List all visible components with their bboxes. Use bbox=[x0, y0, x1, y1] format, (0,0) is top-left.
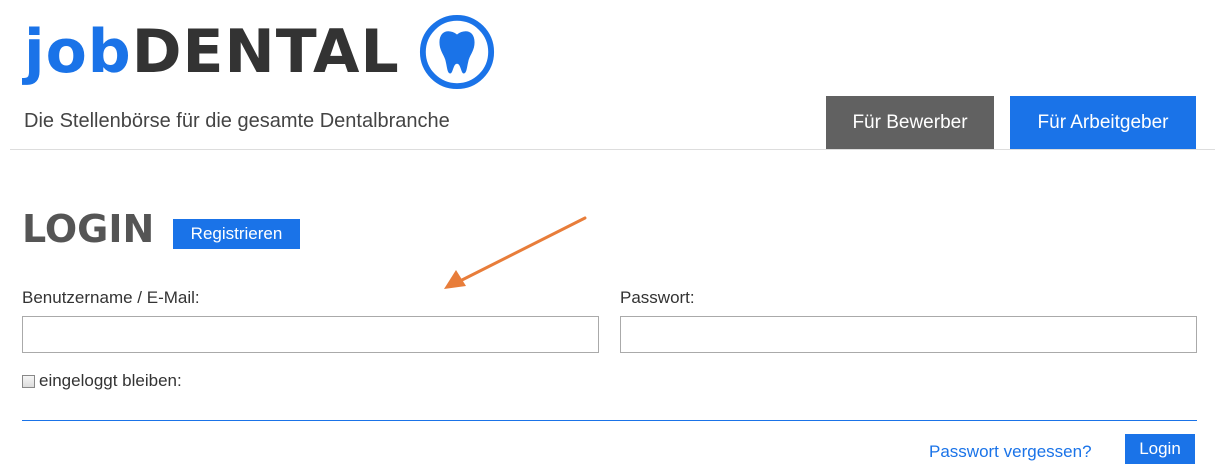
header-divider bbox=[10, 149, 1215, 150]
nav-button-arbeitgeber[interactable]: Für Arbeitgeber bbox=[1010, 96, 1196, 150]
username-label: Benutzername / E-Mail: bbox=[22, 288, 200, 307]
register-button[interactable]: Registrieren bbox=[173, 219, 300, 249]
arrow-annotation-icon bbox=[444, 216, 587, 289]
logo-text-job: job bbox=[24, 17, 132, 87]
form-divider bbox=[22, 420, 1197, 421]
login-button[interactable]: Login bbox=[1125, 434, 1195, 464]
remember-me[interactable]: eingeloggt bleiben: bbox=[22, 371, 182, 391]
tooth-icon bbox=[419, 14, 494, 90]
site-logo[interactable]: jobDENTAL bbox=[24, 12, 496, 92]
nav-button-bewerber[interactable]: Für Bewerber bbox=[826, 96, 994, 150]
password-input[interactable] bbox=[620, 316, 1197, 353]
page-title: LOGIN bbox=[22, 207, 155, 251]
forgot-password-link[interactable]: Passwort vergessen? bbox=[929, 442, 1092, 462]
tagline: Die Stellenbörse für die gesamte Dentalb… bbox=[24, 110, 450, 132]
remember-label: eingeloggt bleiben: bbox=[39, 371, 182, 390]
remember-checkbox[interactable] bbox=[22, 374, 35, 388]
username-input[interactable] bbox=[22, 316, 599, 353]
logo-text-dental: DENTAL bbox=[131, 17, 400, 87]
password-label: Passwort: bbox=[620, 288, 695, 307]
page: jobDENTAL Die Stellenbörse für die gesam… bbox=[0, 0, 1215, 464]
logo-text: jobDENTAL bbox=[24, 22, 400, 82]
